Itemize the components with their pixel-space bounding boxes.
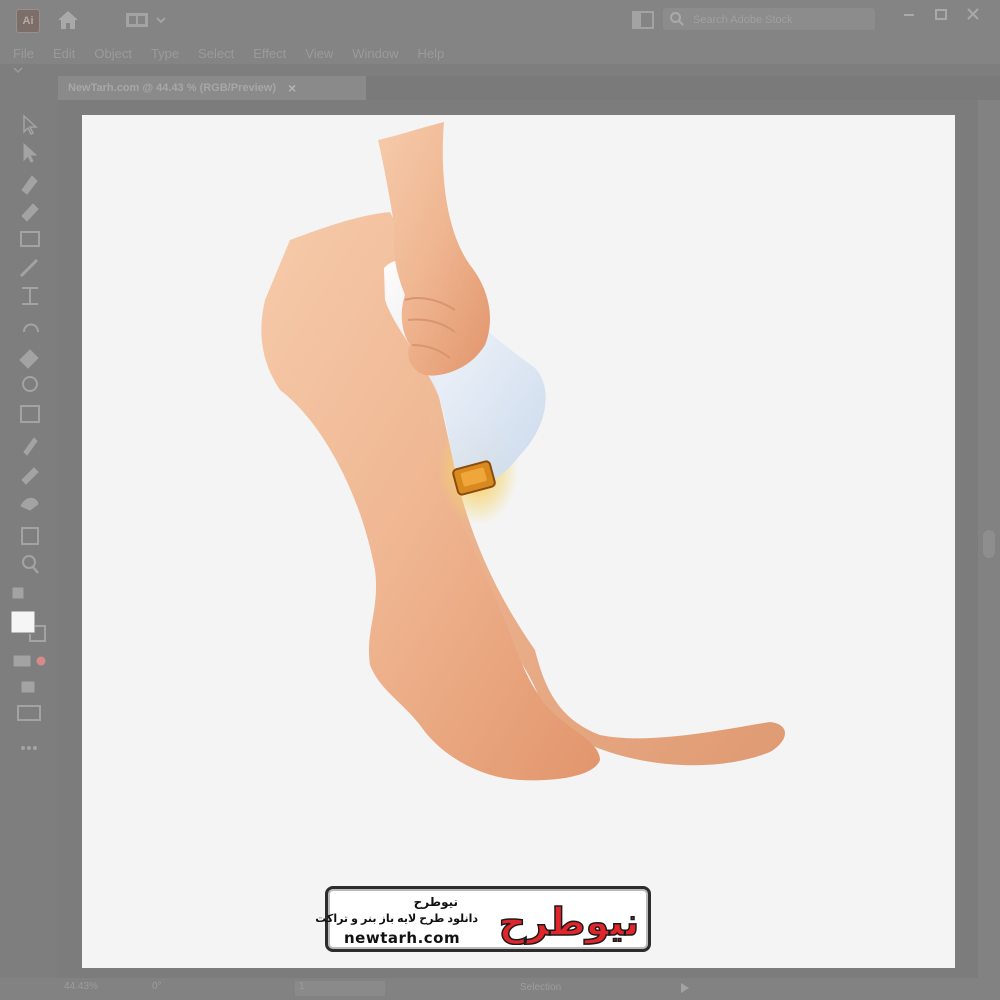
zoom-field[interactable]: 44.43% [64, 981, 134, 996]
watermark-badge: نیوطرح دانلود طرح لایه باز بنر و تراکت n… [315, 886, 651, 952]
newtarh-logo: نیوطرح [498, 899, 640, 945]
leg-epilator-illustration [261, 122, 785, 781]
play-icon[interactable] [680, 982, 690, 994]
svg-text:نیوطرح: نیوطرح [499, 900, 639, 944]
vertical-scrollbar[interactable] [978, 100, 1000, 978]
watermark-url: newtarh.com [344, 929, 461, 947]
artboard-number-field[interactable]: 1 [295, 981, 385, 996]
vertical-scroll-thumb[interactable] [983, 530, 995, 558]
rotation-field[interactable]: 0° [152, 981, 212, 996]
watermark-title: نیوطرح [413, 895, 458, 909]
status-bar: 44.43% 0° 1 Selection [0, 978, 1000, 1000]
watermark-subtitle: دانلود طرح لایه باز بنر و تراکت [315, 913, 478, 925]
current-tool-label: Selection [520, 982, 562, 993]
